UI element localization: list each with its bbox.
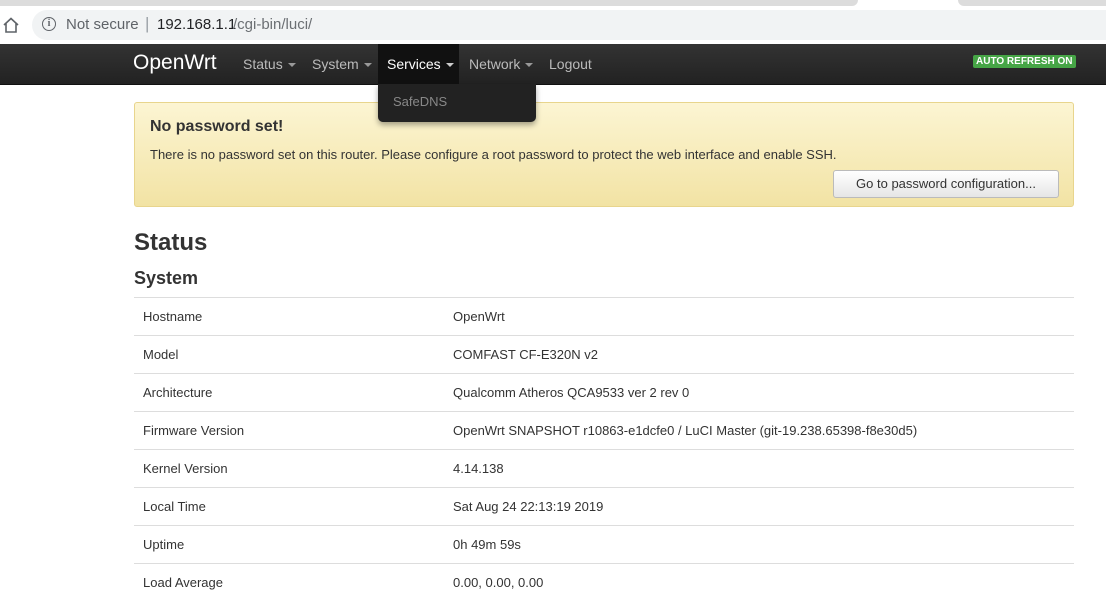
top-navbar: OpenWrt Status System Services Network L… [0,44,1106,85]
nav-logout[interactable]: Logout [549,44,592,84]
caret-down-icon [287,63,296,68]
nav-status-label: Status [243,56,283,72]
nav-services[interactable]: Services [378,44,459,84]
password-config-button[interactable]: Go to password configuration... [833,170,1059,198]
row-value: 0.00, 0.00, 0.00 [453,575,544,590]
browser-tab-strip [0,0,1106,8]
table-row: Architecture Qualcomm Atheros QCA9533 ve… [134,373,1074,411]
home-icon[interactable] [2,16,20,34]
url-separator: | [145,14,150,33]
brand-logo[interactable]: OpenWrt [133,51,217,75]
browser-address-bar: i Not secure | 192.168.1.1 /cgi-bin/luci… [0,8,1106,44]
row-value: COMFAST CF-E320N v2 [453,347,598,362]
row-label: Model [143,347,179,362]
browser-tab[interactable] [958,0,1106,6]
alert-title: No password set! [150,118,284,135]
system-info-table: Hostname OpenWrt Model COMFAST CF-E320N … [134,297,1074,601]
row-value: Sat Aug 24 22:13:19 2019 [453,499,604,514]
row-value: OpenWrt SNAPSHOT r10863-e1dcfe0 / LuCI M… [453,423,918,438]
info-icon[interactable]: i [42,17,56,31]
url-path: /cgi-bin/luci/ [233,16,313,33]
nav-system-label: System [312,56,359,72]
alert-message: There is no password set on this router.… [150,147,837,162]
table-row: Load Average 0.00, 0.00, 0.00 [134,563,1074,601]
table-row: Uptime 0h 49m 59s [134,525,1074,563]
caret-down-icon [445,63,454,68]
row-value: OpenWrt [453,309,505,324]
row-label: Firmware Version [143,423,245,438]
page-title: Status [134,229,208,256]
nav-status[interactable]: Status [243,44,296,84]
table-row: Firmware Version OpenWrt SNAPSHOT r10863… [134,411,1074,449]
url-host: 192.168.1.1 [157,16,237,33]
nav-services-label: Services [387,56,441,72]
nav-network-label: Network [469,56,521,72]
table-row: Model COMFAST CF-E320N v2 [134,335,1074,373]
auto-refresh-badge[interactable]: AUTO REFRESH ON [973,55,1076,68]
row-label: Hostname [143,309,203,324]
caret-down-icon [363,63,372,68]
row-label: Architecture [143,385,213,400]
caret-down-icon [525,63,534,68]
row-label: Load Average [143,575,223,590]
table-row: Local Time Sat Aug 24 22:13:19 2019 [134,487,1074,525]
security-label: Not secure [66,16,139,33]
row-value: Qualcomm Atheros QCA9533 ver 2 rev 0 [453,385,690,400]
table-row: Hostname OpenWrt [134,297,1074,335]
nav-network[interactable]: Network [469,44,534,84]
services-dropdown-menu: SafeDNS [378,84,536,122]
row-label: Local Time [143,499,206,514]
browser-tab[interactable] [0,0,858,6]
row-value: 0h 49m 59s [453,537,521,552]
url-field[interactable]: i Not secure | 192.168.1.1 /cgi-bin/luci… [32,10,1106,40]
row-value: 4.14.138 [453,461,504,476]
table-row: Kernel Version 4.14.138 [134,449,1074,487]
row-label: Kernel Version [143,461,228,476]
menu-item-safedns[interactable]: SafeDNS [393,94,447,109]
section-title: System [134,268,199,288]
nav-system[interactable]: System [312,44,372,84]
no-password-alert: No password set! There is no password se… [134,102,1074,207]
row-label: Uptime [143,537,185,552]
